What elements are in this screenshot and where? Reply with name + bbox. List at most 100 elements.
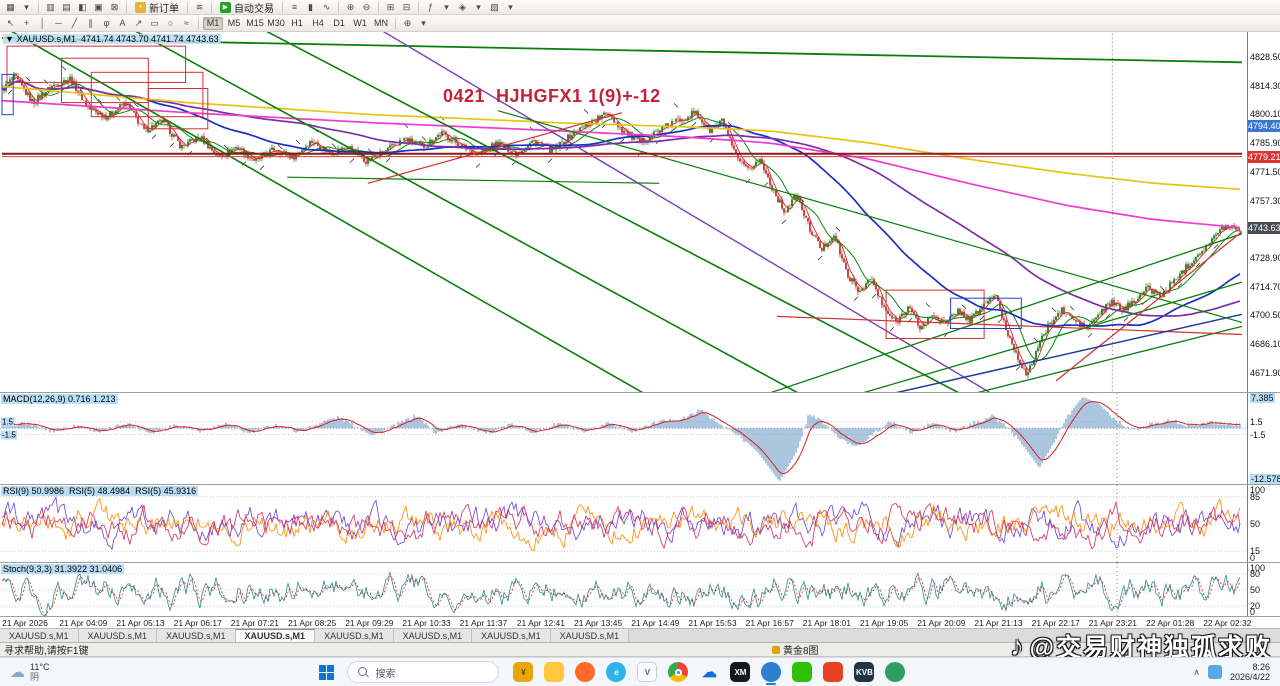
chart-tab-5[interactable]: XAUUSD.s,M1 bbox=[394, 629, 473, 642]
text-tool-icon[interactable]: A bbox=[115, 17, 130, 30]
taskbar-search[interactable]: 搜索 bbox=[347, 661, 499, 683]
price-axis[interactable]: 4828.504814.304800.104785.904771.504757.… bbox=[1247, 32, 1280, 392]
market-watch-icon[interactable]: ▥ bbox=[43, 1, 58, 14]
auto-trading-button[interactable]: ▶自动交易 bbox=[216, 1, 278, 14]
zoom-out-icon[interactable]: ⊖ bbox=[359, 1, 374, 14]
chart-tab-1[interactable]: XAUUSD.s,M1 bbox=[79, 629, 158, 642]
data-window-icon[interactable]: ▤ bbox=[59, 1, 74, 14]
new-chart-icon[interactable]: ▦ bbox=[3, 1, 18, 14]
cascade-windows-icon[interactable]: ⊟ bbox=[399, 1, 414, 14]
periods-caret-icon[interactable]: ▾ bbox=[471, 1, 486, 14]
depth-of-market-icon[interactable]: ≋ bbox=[192, 1, 207, 14]
chart-tab-0[interactable]: XAUUSD.s,M1 bbox=[0, 629, 79, 642]
tray-message-icon[interactable] bbox=[1208, 665, 1222, 679]
templates-caret-icon[interactable]: ▾ bbox=[503, 1, 518, 14]
timeframe-d1-button[interactable]: D1 bbox=[329, 17, 349, 30]
kvb-app-icon[interactable]: KVB bbox=[852, 658, 876, 686]
mt4-terminal-icon[interactable] bbox=[759, 658, 783, 686]
security-shield-icon[interactable] bbox=[883, 658, 907, 686]
chart-bars-icon[interactable]: ≡ bbox=[287, 1, 302, 14]
onedrive-cloud-icon[interactable]: ☁ bbox=[697, 658, 721, 686]
trendline-tool-icon[interactable]: ╱ bbox=[67, 17, 82, 30]
templates-dropdown[interactable]: ▨ bbox=[487, 1, 502, 14]
timeframe-m5-button[interactable]: M5 bbox=[224, 17, 244, 30]
xm-app-icon[interactable]: XM bbox=[728, 658, 752, 686]
trendline-9[interactable] bbox=[920, 326, 1242, 393]
symbol-dropdown-icon[interactable]: ▼ bbox=[5, 34, 14, 44]
chart-candles-icon[interactable]: ▮ bbox=[303, 1, 318, 14]
strategy-tester-icon[interactable]: ⊠ bbox=[107, 1, 122, 14]
ellipse-tool-icon[interactable]: ○ bbox=[163, 17, 178, 30]
chart-tab-2[interactable]: XAUUSD.s,M1 bbox=[157, 629, 236, 642]
timeframe-w1-button[interactable]: W1 bbox=[350, 17, 370, 30]
price-tick-label: 4686.10 bbox=[1250, 339, 1280, 349]
tile-windows-icon[interactable]: ⊞ bbox=[383, 1, 398, 14]
cursor-tool-icon[interactable]: ↖ bbox=[3, 17, 18, 30]
wave-tool-icon[interactable]: ≈ bbox=[179, 17, 194, 30]
chart-tab-4[interactable]: XAUUSD.s,M1 bbox=[315, 629, 394, 642]
channel-tool-icon[interactable]: ∥ bbox=[83, 17, 98, 30]
timeframe-mn-button[interactable]: MN bbox=[371, 17, 391, 30]
edge-browser-icon[interactable]: e bbox=[604, 658, 628, 686]
new-order-button[interactable]: +新订单 bbox=[131, 1, 183, 14]
arrow-tool-icon[interactable]: ↗ bbox=[131, 17, 146, 30]
netease-app-icon[interactable] bbox=[821, 658, 845, 686]
horizontal-line-tool-icon[interactable]: ─ bbox=[51, 17, 66, 30]
chart-profiles-icon[interactable]: ▾ bbox=[19, 1, 34, 14]
trendline-13[interactable] bbox=[777, 316, 1242, 334]
rsi-axis[interactable]: 1008550150 bbox=[1247, 485, 1280, 562]
timeframe-h1-button[interactable]: H1 bbox=[287, 17, 307, 30]
vertical-line-tool-icon[interactable]: │ bbox=[35, 17, 50, 30]
fibonacci-tool-icon[interactable]: φ bbox=[99, 17, 114, 30]
periods-dropdown[interactable]: ◈ bbox=[455, 1, 470, 14]
drawn-rectangle-6[interactable] bbox=[2, 74, 13, 114]
time-axis[interactable]: 21 Apr 202621 Apr 04:0921 Apr 05:1321 Ap… bbox=[0, 617, 1280, 629]
tray-chevron-icon[interactable]: ∧ bbox=[1193, 667, 1200, 678]
toolbar-more-icon[interactable]: ▾ bbox=[416, 17, 431, 30]
taskbar-weather-widget[interactable]: ☁ 11°C阴 bbox=[0, 658, 59, 686]
candle-down-bodies bbox=[4, 74, 1240, 376]
timeframe-m30-button[interactable]: M30 bbox=[266, 17, 286, 30]
firefox-browser-icon[interactable] bbox=[573, 658, 597, 686]
price-chart[interactable]: ▼ XAUUSD.s,M1 4741.74 4743.70 4741.74 47… bbox=[0, 32, 1280, 393]
wechat-icon[interactable] bbox=[790, 658, 814, 686]
gold-trading-app-icon[interactable]: ¥ bbox=[511, 658, 535, 686]
indicators-caret-icon[interactable]: ▾ bbox=[439, 1, 454, 14]
stochastic-panel[interactable]: Stoch(9,3,3) 31.3922 31.0406 1008050200 bbox=[0, 563, 1280, 617]
navigator-icon[interactable]: ◧ bbox=[75, 1, 90, 14]
trendline-12[interactable] bbox=[368, 113, 622, 184]
taskbar-clock[interactable]: 8:26 2026/4/22 bbox=[1230, 662, 1270, 682]
chart-tab-3[interactable]: XAUUSD.s,M1 bbox=[236, 629, 316, 642]
v-app-icon[interactable]: V bbox=[635, 658, 659, 686]
trendline-15[interactable] bbox=[895, 314, 1242, 393]
chart-line-icon[interactable]: ∿ bbox=[319, 1, 334, 14]
timeframe-m1-button[interactable]: M1 bbox=[203, 17, 223, 30]
file-explorer-icon[interactable] bbox=[542, 658, 566, 686]
status-profile[interactable]: 黄金8图 bbox=[772, 642, 819, 657]
trendline-14[interactable] bbox=[1056, 232, 1242, 381]
drawn-rectangle-4[interactable] bbox=[886, 290, 984, 338]
chart-tab-6[interactable]: XAUUSD.s,M1 bbox=[472, 629, 551, 642]
indicators-dropdown[interactable]: ƒ bbox=[423, 1, 438, 14]
zoom-in-icon[interactable]: ⊕ bbox=[343, 1, 358, 14]
rsi-panel[interactable]: RSI(9) 50.9986 RSI(5) 48.4984 RSI(5) 45.… bbox=[0, 485, 1280, 563]
timeframe-h4-button[interactable]: H4 bbox=[308, 17, 328, 30]
chart-tab-7[interactable]: XAUUSD.s,M1 bbox=[551, 629, 630, 642]
stochastic-axis[interactable]: 1008050200 bbox=[1247, 563, 1280, 616]
rsi-plot[interactable] bbox=[0, 485, 1247, 563]
macd-axis[interactable]: 7.3851.5-1.5-12.578 bbox=[1247, 393, 1280, 484]
drawn-rectangle-0[interactable] bbox=[7, 46, 186, 82]
rectangle-tool-icon[interactable]: ▭ bbox=[147, 17, 162, 30]
system-tray[interactable]: ∧ 8:26 2026/4/22 bbox=[1193, 662, 1280, 682]
chrome-browser-icon[interactable] bbox=[666, 658, 690, 686]
start-button[interactable] bbox=[311, 658, 341, 686]
timeframe-m15-button[interactable]: M15 bbox=[245, 17, 265, 30]
terminal-icon[interactable]: ▣ bbox=[91, 1, 106, 14]
stoch-axis-label: 0 bbox=[1250, 607, 1255, 617]
stochastic-plot[interactable] bbox=[0, 563, 1247, 617]
magnifier-dropdown-icon[interactable]: ⊕ bbox=[400, 17, 415, 30]
crosshair-tool-icon[interactable]: + bbox=[19, 17, 34, 30]
macd-plot[interactable] bbox=[0, 393, 1247, 485]
macd-panel[interactable]: MACD(12,26,9) 0.716 1.213 7.3851.5-1.5-1… bbox=[0, 393, 1280, 485]
trendline-5[interactable] bbox=[287, 177, 659, 183]
